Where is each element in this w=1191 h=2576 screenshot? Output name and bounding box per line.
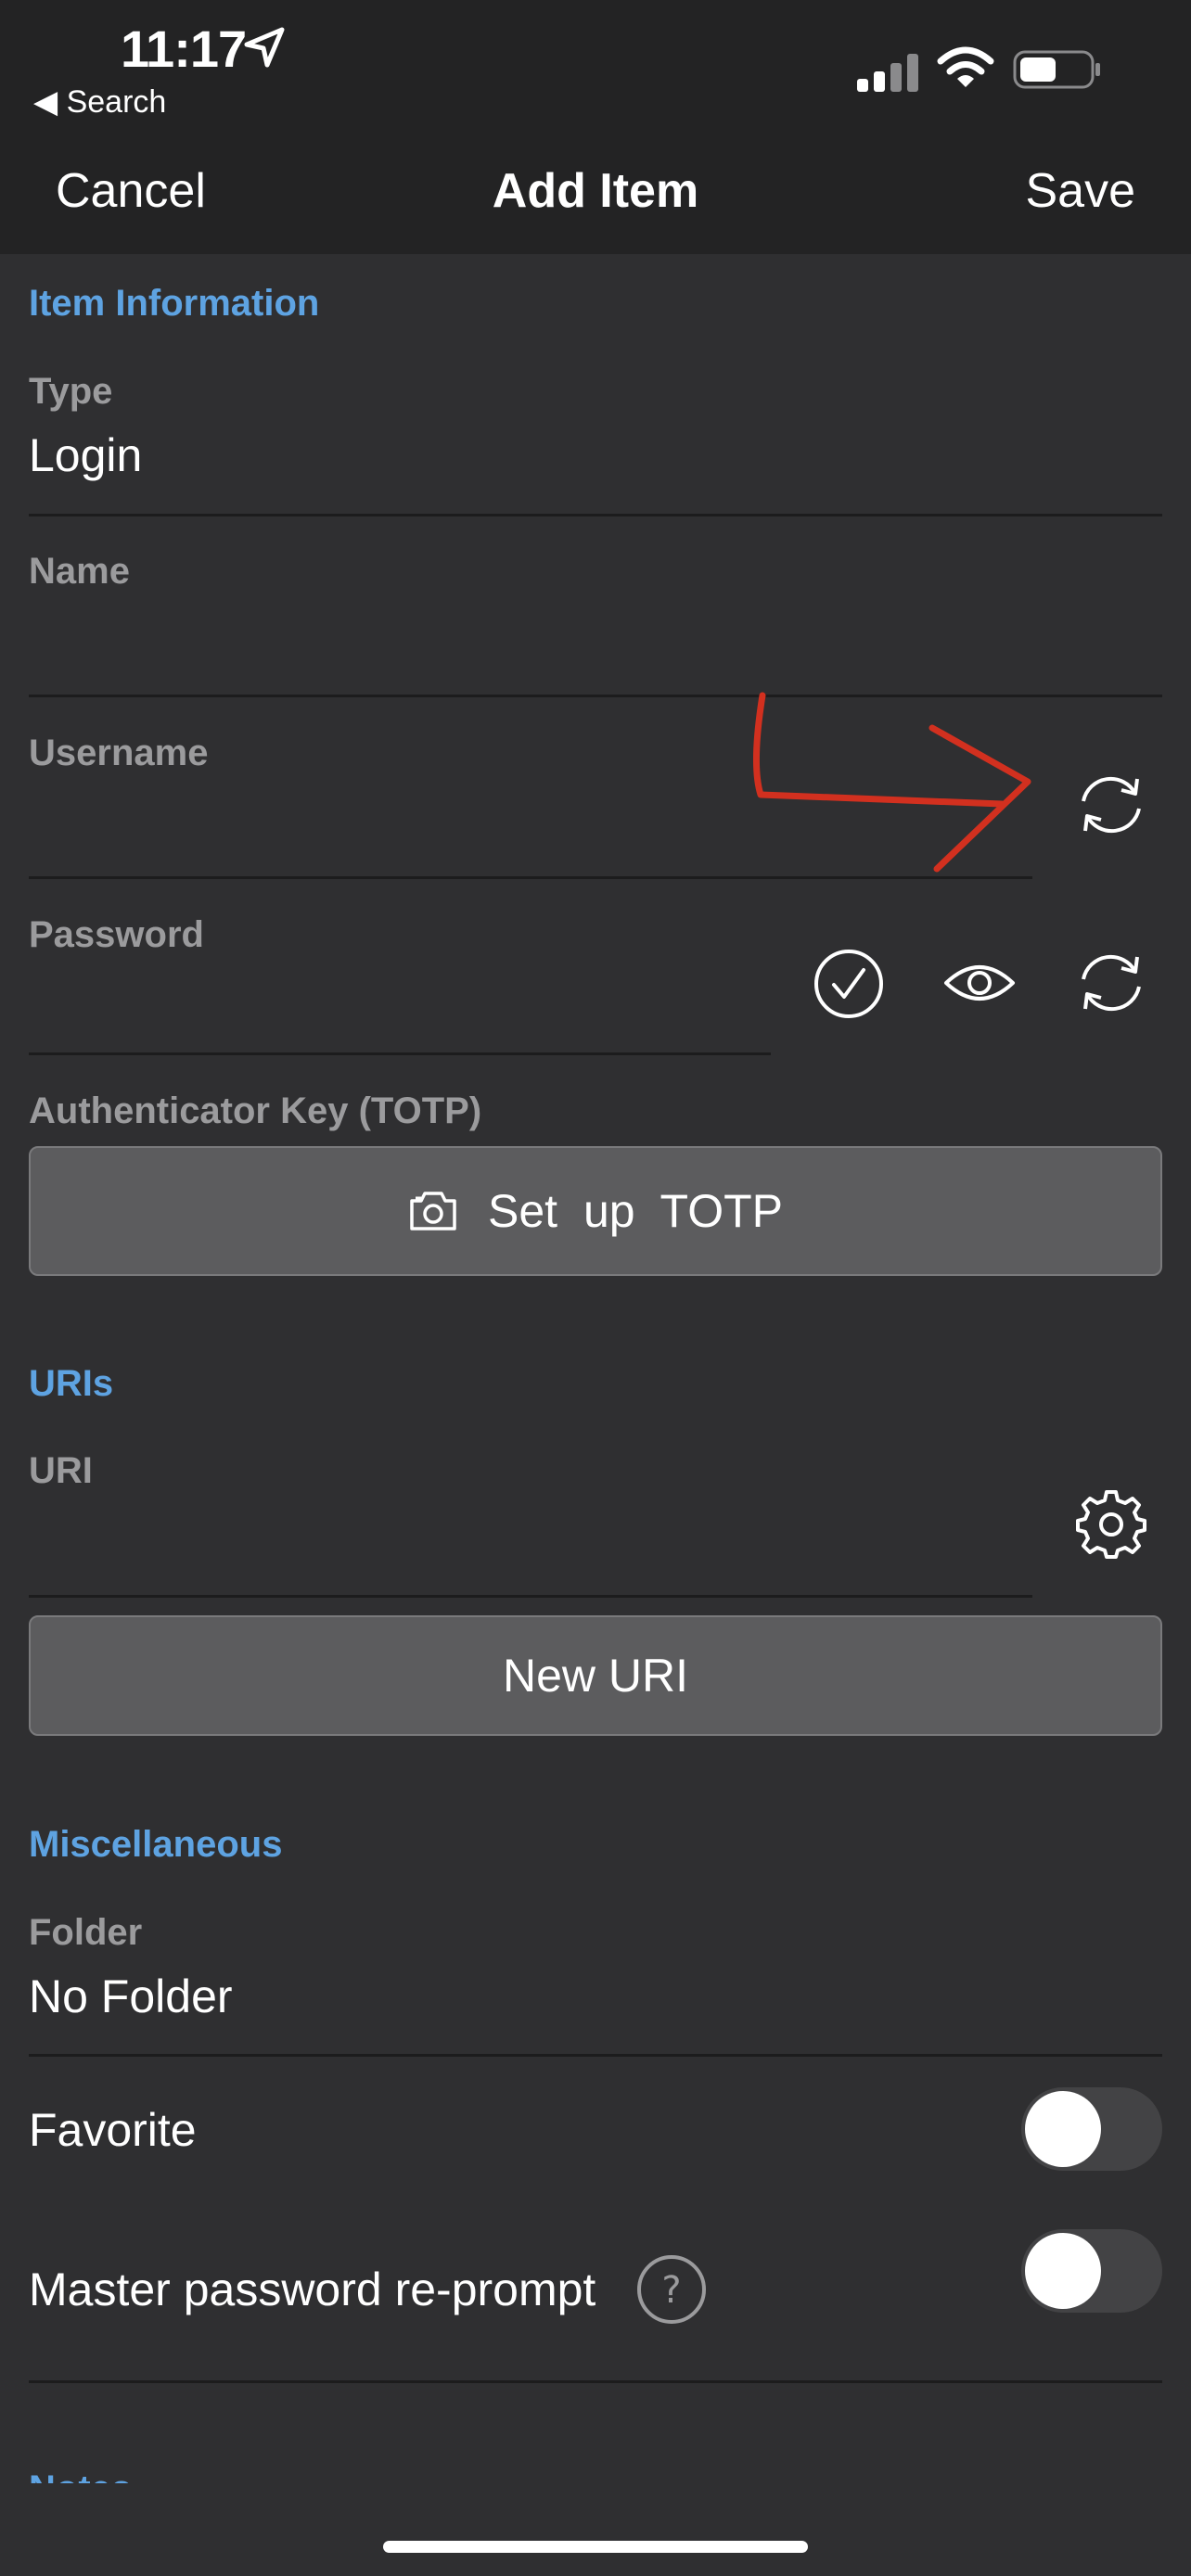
svg-text:?: ? [661, 2269, 681, 2312]
totp-label: Authenticator Key (TOTP) [29, 1090, 482, 1131]
help-question-icon[interactable]: ? [635, 2253, 708, 2326]
generate-username-icon[interactable] [1076, 772, 1146, 838]
divider [29, 514, 1162, 516]
divider [29, 1595, 1032, 1598]
save-button[interactable]: Save [1025, 163, 1135, 219]
favorite-label: Favorite [29, 2104, 197, 2156]
toggle-knob [1025, 2091, 1101, 2167]
notes-section-clip: Notes [0, 2448, 1191, 2483]
divider [29, 2054, 1162, 2057]
battery-icon [1013, 50, 1100, 89]
divider [29, 2380, 1162, 2383]
new-uri-button[interactable]: New URI [29, 1615, 1162, 1736]
location-arrow-icon [244, 27, 285, 68]
setup-totp-button[interactable]: Set up TOTP [29, 1146, 1162, 1276]
type-select[interactable]: Login [29, 428, 142, 482]
section-miscellaneous: Miscellaneous [29, 1824, 283, 1865]
master-password-reprompt-toggle[interactable] [1021, 2229, 1162, 2313]
home-indicator[interactable] [383, 2541, 808, 2553]
camera-icon [410, 1192, 456, 1231]
annotation-arrow [752, 692, 1031, 873]
divider [29, 1052, 771, 1055]
folder-select[interactable]: No Folder [29, 1970, 233, 2023]
uri-input[interactable] [29, 1508, 1012, 1563]
section-item-information: Item Information [29, 283, 320, 324]
section-notes: Notes [29, 2468, 132, 2483]
section-uris: URIs [29, 1363, 114, 1404]
password-input[interactable] [29, 972, 752, 1027]
name-input[interactable] [29, 608, 1123, 664]
folder-label: Folder [29, 1912, 143, 1953]
toggle-knob [1025, 2233, 1101, 2309]
page-title: Add Item [492, 164, 699, 218]
uri-settings-gear-icon[interactable] [1074, 1486, 1148, 1561]
show-password-eye-icon[interactable] [942, 957, 1017, 1009]
name-label: Name [29, 551, 130, 592]
new-uri-label: New URI [502, 1650, 689, 1702]
status-time: 11:17 [121, 19, 247, 78]
signal-icon [857, 54, 918, 92]
password-label: Password [29, 914, 204, 955]
username-label: Username [29, 733, 209, 773]
master-password-reprompt-label: Master password re-prompt [29, 2264, 596, 2315]
type-label: Type [29, 371, 113, 412]
generate-password-icon[interactable] [1076, 950, 1146, 1016]
setup-totp-label: Set up TOTP [488, 1185, 783, 1237]
uri-label: URI [29, 1450, 93, 1491]
back-to-search-link[interactable]: ◀ Search [33, 83, 166, 121]
check-password-icon[interactable] [813, 948, 885, 1020]
favorite-toggle[interactable] [1021, 2087, 1162, 2171]
divider [29, 876, 1032, 879]
wifi-icon [937, 46, 994, 87]
